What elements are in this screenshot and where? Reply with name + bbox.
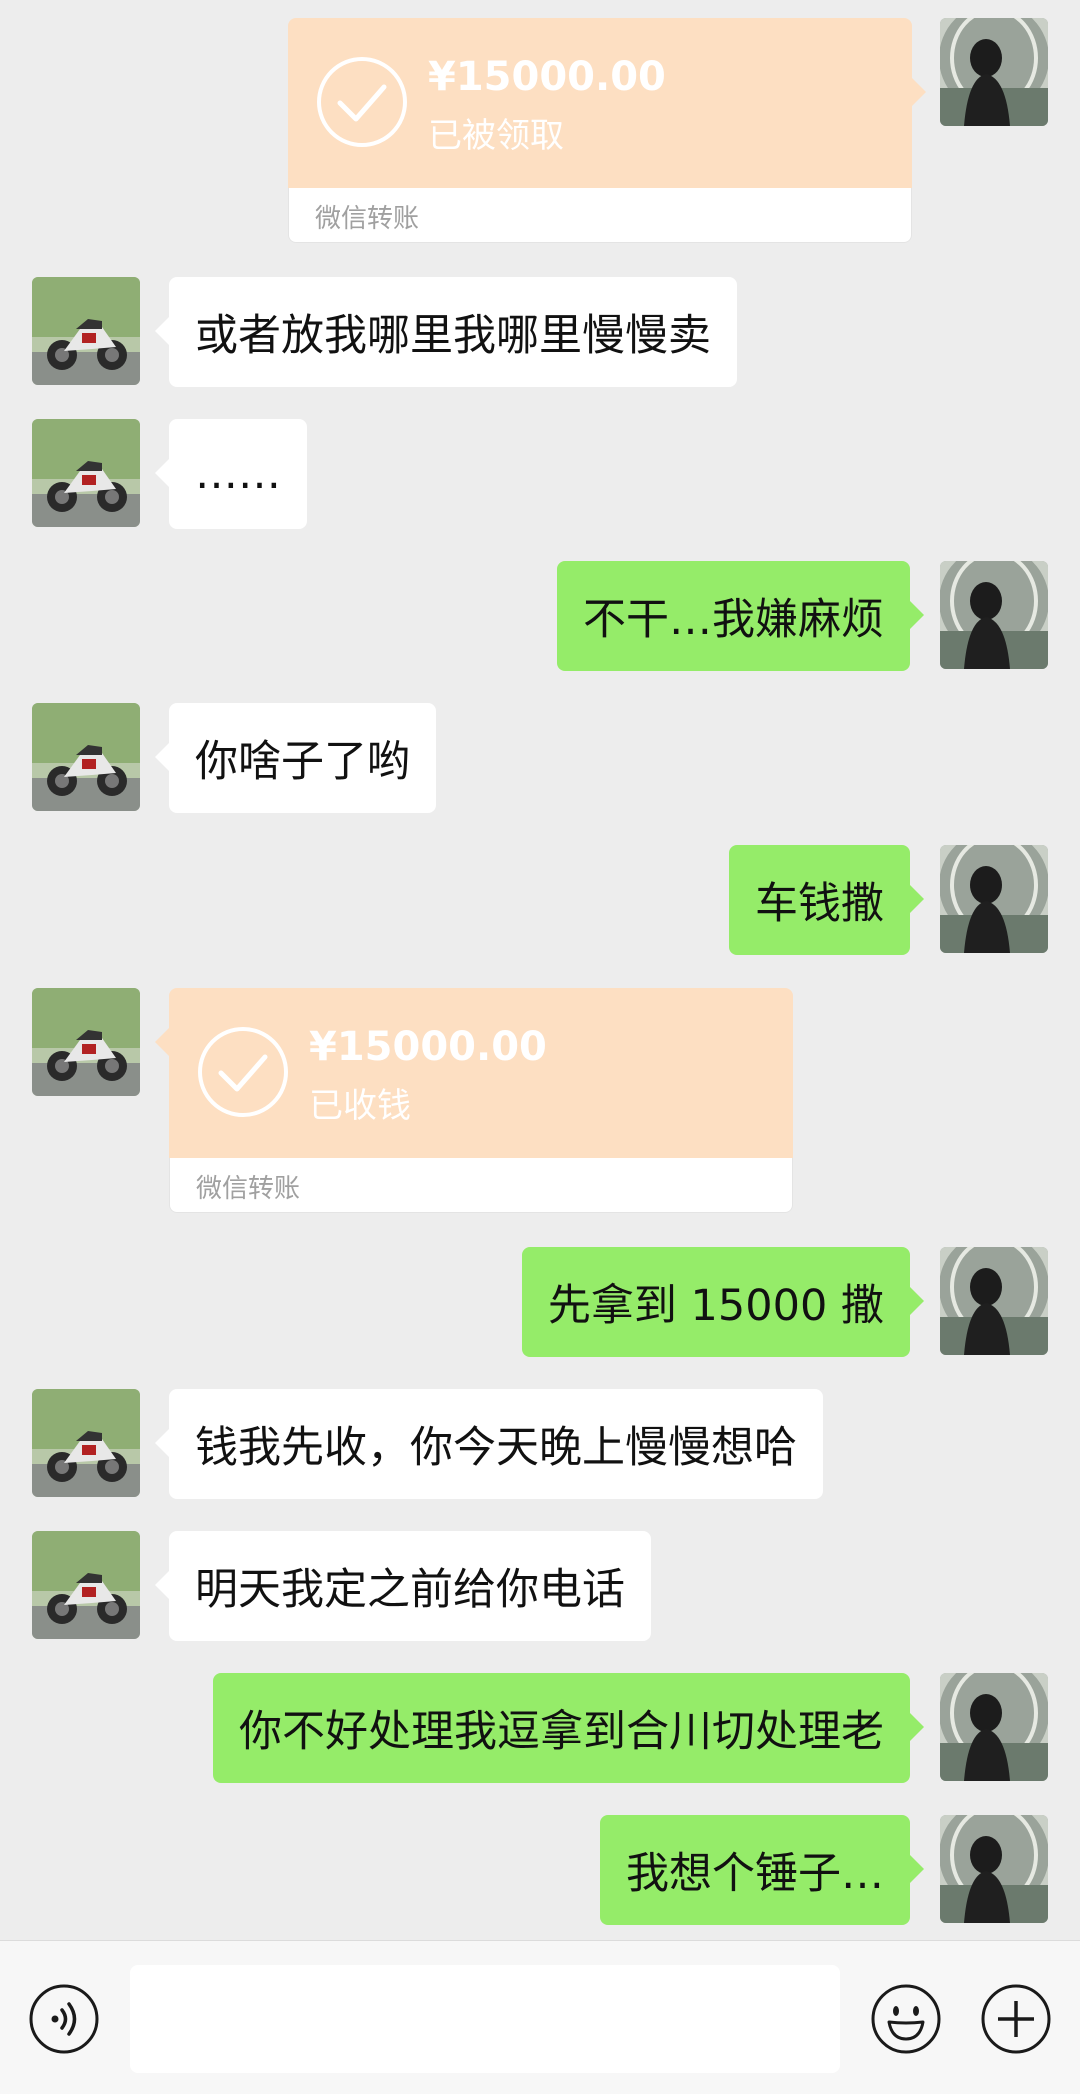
hooded-figure-avatar-image [940,1815,1048,1923]
hooded-figure-avatar-image [940,1673,1048,1781]
message-row: …… [0,419,1080,529]
transfer-label: 微信转账 [315,204,420,234]
message-row: 先拿到 15000 撒 [0,1247,1080,1357]
incoming-message-bubble[interactable]: 你啥子了哟 [155,703,436,813]
transfer-card-body: ¥15000.00 已被领取 [288,18,912,188]
motorcycle-avatar-image [32,703,140,811]
incoming-message-bubble[interactable]: 或者放我哪里我哪里慢慢卖 [155,277,737,387]
contact-avatar[interactable] [32,1531,140,1639]
incoming-message-bubble[interactable]: 钱我先收，你今天晚上慢慢想哈 [155,1389,823,1499]
hooded-figure-avatar-image [940,561,1048,669]
outgoing-message-bubble[interactable]: 你不好处理我逗拿到合川切处理老 [213,1673,924,1783]
my-avatar[interactable] [940,1247,1048,1355]
message-row: 不干…我嫌麻烦 [0,561,1080,671]
motorcycle-avatar-image [32,988,140,1096]
message-row: ¥15000.00 已被领取 微信转账 [0,18,1080,246]
transfer-footer: 微信转账 [288,188,912,243]
outgoing-message-bubble[interactable]: 我想个锤子… [600,1815,924,1925]
transfer-status: 已被领取 [428,116,564,156]
message-row: ¥15000.00 已收钱 微信转账 [0,988,1080,1216]
bubble-tail [155,1028,169,1056]
message-row: 你啥子了哟 [0,703,1080,813]
emoji-button[interactable] [870,1983,942,2055]
transfer-label: 微信转账 [196,1174,301,1204]
incoming-message-bubble[interactable]: 明天我定之前给你电话 [155,1531,651,1641]
my-avatar[interactable] [940,1673,1048,1781]
checkmark-icon [198,1027,288,1117]
motorcycle-avatar-image [32,1389,140,1497]
checkmark-icon [317,57,407,147]
my-avatar[interactable] [940,18,1048,126]
input-bar [0,1940,1080,2094]
outgoing-message-bubble[interactable]: 车钱撒 [729,845,924,955]
my-avatar[interactable] [940,1815,1048,1923]
motorcycle-avatar-image [32,277,140,385]
hooded-figure-avatar-image [940,18,1048,126]
transfer-amount: ¥15000.00 [309,1024,547,1070]
transfer-status: 已收钱 [309,1086,411,1126]
motorcycle-avatar-image [32,419,140,527]
transfer-amount: ¥15000.00 [428,54,666,100]
transfer-card-body: ¥15000.00 已收钱 [169,988,793,1158]
message-row: 明天我定之前给你电话 [0,1531,1080,1641]
contact-avatar[interactable] [32,703,140,811]
hooded-figure-avatar-image [940,1247,1048,1355]
hooded-figure-avatar-image [940,845,1048,953]
message-input[interactable] [130,1965,840,2073]
contact-avatar[interactable] [32,419,140,527]
transfer-card-sent[interactable]: ¥15000.00 已被领取 微信转账 [288,18,912,243]
outgoing-message-bubble[interactable]: 不干…我嫌麻烦 [557,561,924,671]
plus-icon [981,1984,1051,2054]
message-row: 车钱撒 [0,845,1080,955]
more-button[interactable] [980,1983,1052,2055]
transfer-footer: 微信转账 [169,1158,793,1213]
transfer-card-received[interactable]: ¥15000.00 已收钱 微信转账 [169,988,793,1213]
message-row: 你不好处理我逗拿到合川切处理老 [0,1673,1080,1783]
contact-avatar[interactable] [32,1389,140,1497]
outgoing-message-bubble[interactable]: 先拿到 15000 撒 [521,1247,925,1357]
voice-icon [29,1984,99,2054]
my-avatar[interactable] [940,561,1048,669]
contact-avatar[interactable] [32,988,140,1096]
incoming-message-bubble[interactable]: …… [155,419,307,529]
message-row: 或者放我哪里我哪里慢慢卖 [0,277,1080,387]
my-avatar[interactable] [940,845,1048,953]
message-row: 钱我先收，你今天晚上慢慢想哈 [0,1389,1080,1499]
chat-area[interactable]: ¥15000.00 已被领取 微信转账 或者放我哪里我哪里慢慢卖 …… 不干…我… [0,0,1080,1940]
voice-button[interactable] [28,1983,100,2055]
emoji-icon [871,1984,941,2054]
contact-avatar[interactable] [32,277,140,385]
bubble-tail [912,78,926,106]
message-row: 我想个锤子… [0,1815,1080,1925]
motorcycle-avatar-image [32,1531,140,1639]
